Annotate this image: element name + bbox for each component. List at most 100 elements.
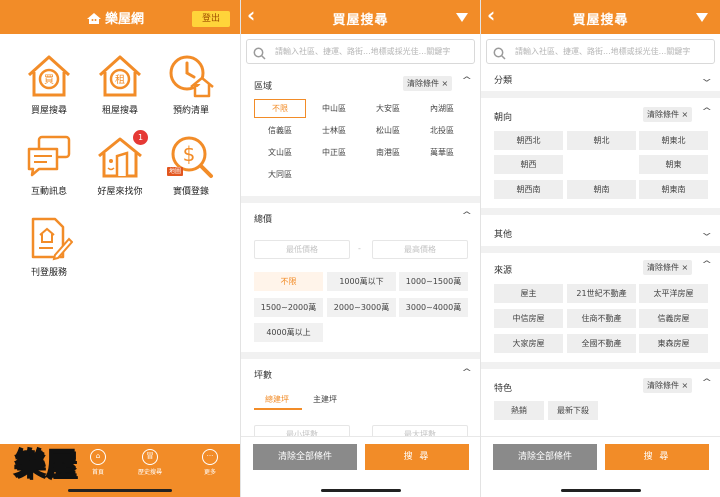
tab-main-area[interactable]: 主建坪 [313,394,337,405]
tile-label: 實價登錄 [172,187,209,197]
min-price-input[interactable]: 最低價格 [254,240,350,259]
orientation-option[interactable]: 朝北 [567,131,636,150]
section-title-area: 坪數 [254,371,273,381]
home-indicator [321,489,401,492]
price-option[interactable]: 1500~2000萬 [254,298,323,317]
chevron-up-icon[interactable]: ^ [461,211,472,221]
region-option[interactable]: 內湖區 [416,99,468,118]
price-option[interactable]: 4000萬以上 [254,323,323,342]
price-option[interactable]: 1000~1500萬 [399,272,468,291]
orientation-option[interactable]: 朝東 [639,155,708,174]
history-icon: 冒 [142,449,158,465]
tab-total-area[interactable]: 總建坪 [265,394,289,405]
search-button[interactable]: 搜 尋 [605,444,709,470]
search-placeholder: 請輸入社區、捷運、路街...地標或採光佳...關鍵字 [515,47,691,56]
clear-all-button[interactable]: 清除全部條件 [493,444,597,470]
region-option[interactable]: 南港區 [362,143,414,162]
region-option[interactable]: 士林區 [308,121,360,140]
orientation-option[interactable]: 朝西南 [494,180,563,199]
orientation-clear-button[interactable]: 清除條件 × [643,107,693,122]
nav-home[interactable]: ⌂ 首頁 [78,449,118,476]
tile-messages[interactable]: 互動訊息 [14,134,84,197]
search-icon [493,45,506,64]
source-option[interactable]: 21世紀不動產 [567,284,636,303]
feature-option[interactable]: 熱銷 [494,401,544,420]
feature-option[interactable]: 最新下殺 [548,401,598,420]
source-option[interactable]: 全國不動產 [567,334,636,353]
tile-label: 租屋搜尋 [101,106,138,116]
region-option[interactable]: 信義區 [254,121,306,140]
max-price-input[interactable]: 最高價格 [372,240,468,259]
tile-price-registry[interactable]: $ 地圖 實價登錄 [156,134,226,197]
section-title-region: 區域 [254,82,273,92]
section-title-feature: 特色 [494,384,513,394]
chat-bubbles-icon [25,134,73,180]
region-option[interactable]: 文山區 [254,143,306,162]
document-pen-icon [25,215,74,261]
tile-label: 好屋來找你 [97,187,143,197]
tile-buy-search[interactable]: 買 買屋搜尋 [14,53,84,116]
chevron-up-icon[interactable]: ^ [461,76,472,86]
source-option[interactable]: 大家房屋 [494,334,563,353]
source-option[interactable]: 屋主 [494,284,563,303]
region-option[interactable]: 中山區 [308,99,360,118]
tile-rent-search[interactable]: 租 租屋搜尋 [85,53,155,116]
source-option[interactable]: 中信房屋 [494,309,563,328]
price-option[interactable]: 3000~4000萬 [399,298,468,317]
clock-house-icon [167,53,215,99]
logout-button[interactable]: 登出 [192,11,230,27]
chevron-down-icon[interactable]: ^ [701,72,712,82]
door-house-icon: 1 [96,130,148,180]
section-divider [241,196,480,203]
section-title-category: 分類 [494,76,513,86]
search-button[interactable]: 搜 尋 [365,444,469,470]
orientation-option[interactable]: 朝西北 [494,131,563,150]
tile-listing-service[interactable]: 刊登服務 [14,215,84,278]
price-option[interactable]: 不限 [254,272,323,291]
chevron-up-icon[interactable]: ^ [701,260,712,270]
region-option[interactable]: 中正區 [308,143,360,162]
orientation-option[interactable]: 朝東北 [639,131,708,150]
region-option[interactable]: 北投區 [416,121,468,140]
chevron-down-icon[interactable]: ^ [701,226,712,236]
price-option[interactable]: 1000萬以下 [327,272,396,291]
region-option[interactable]: 萬華區 [416,143,468,162]
brand-logo: 樂屋網 [86,8,144,29]
section-title-price: 總價 [254,215,273,225]
region-option[interactable]: 大安區 [362,99,414,118]
brand-name: 樂屋網 [105,12,145,27]
region-option[interactable]: 松山區 [362,121,414,140]
range-separator: - [358,244,361,253]
price-option[interactable]: 2000~3000萬 [327,298,396,317]
buy-search-header: ‹ 買屋搜尋 [241,0,480,34]
tile-house-finder[interactable]: 1 好屋來找你 [85,130,155,197]
chevron-up-icon[interactable]: ^ [701,107,712,117]
source-option[interactable]: 信義房屋 [639,309,708,328]
search-input[interactable]: 請輸入社區、捷運、路街...地標或採光佳...關鍵字 [246,39,475,64]
source-clear-button[interactable]: 清除條件 × [643,260,693,275]
page-title: 買屋搜尋 [332,13,389,28]
region-option[interactable]: 大同區 [254,165,306,184]
orientation-option[interactable]: 朝西 [494,155,563,174]
source-option[interactable]: 東森房屋 [639,334,708,353]
orientation-option[interactable]: 朝南 [567,180,636,199]
tile-appointments[interactable]: 預約清單 [156,53,226,116]
dropdown-triangle-icon[interactable] [456,13,468,22]
source-option[interactable]: 太平洋房屋 [639,284,708,303]
region-option[interactable]: 不限 [254,99,306,118]
chevron-up-icon[interactable]: ^ [701,378,712,388]
bottom-action-bar: 清除全部條件 搜 尋 [241,436,480,497]
region-clear-button[interactable]: 清除條件 × [403,76,453,91]
search-input[interactable]: 請輸入社區、捷運、路街...地標或採光佳...關鍵字 [486,39,715,64]
dropdown-triangle-icon[interactable] [696,13,708,22]
nav-more[interactable]: ··· 更多 [190,449,230,476]
clear-all-button[interactable]: 清除全部條件 [253,444,357,470]
source-option[interactable]: 住商不動產 [567,309,636,328]
nav-history[interactable]: 冒 歷史搜尋 [130,449,170,476]
feature-clear-button[interactable]: 清除條件 × [643,378,693,393]
nav-home-label: 首頁 [91,469,104,476]
page-title: 買屋搜尋 [572,13,629,28]
chevron-up-icon[interactable]: ^ [461,368,472,378]
tile-label: 刊登服務 [30,268,67,278]
orientation-option[interactable]: 朝東南 [639,180,708,199]
